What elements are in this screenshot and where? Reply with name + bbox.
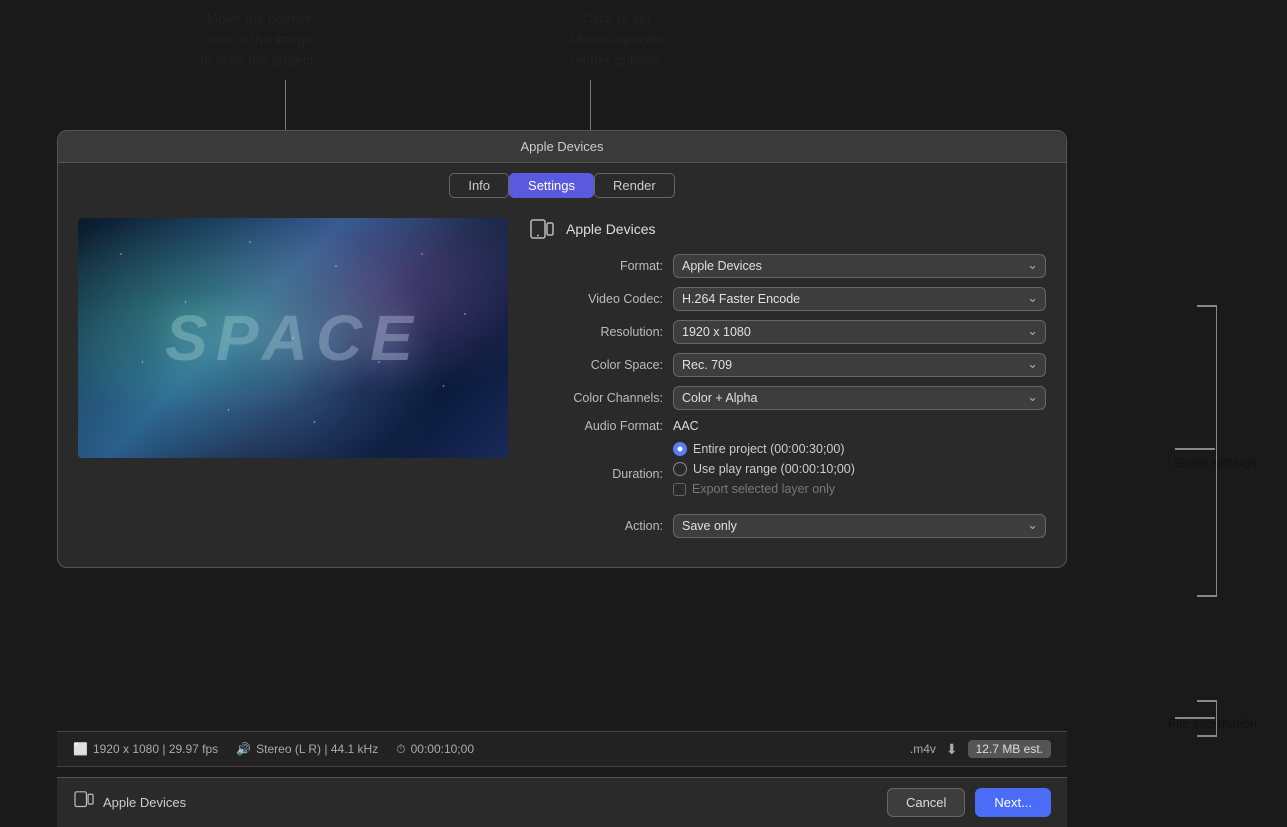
share-settings-bracket-bottom: [1197, 595, 1217, 597]
file-info-bracket-bottom: [1197, 735, 1217, 737]
audio-icon: 🔊: [236, 742, 251, 756]
resolution-label: Resolution:: [528, 325, 673, 339]
status-bar: ⬜ 1920 x 1080 | 29.97 fps 🔊 Stereo (L R)…: [57, 731, 1067, 767]
color-channels-select[interactable]: Color + Alpha: [673, 386, 1046, 410]
duration-range-radio[interactable]: [673, 462, 687, 476]
color-space-select-wrapper: Rec. 709: [673, 353, 1046, 377]
duration-value: 00:00:10;00: [411, 742, 474, 756]
panel-header: Apple Devices: [528, 218, 1046, 240]
status-right: .m4v ⬇ 12.7 MB est.: [910, 740, 1051, 758]
duration-entire-label: Entire project (00:00:30;00): [693, 442, 844, 456]
stars-overlay: [78, 218, 508, 458]
video-codec-select[interactable]: H.264 Faster Encode: [673, 287, 1046, 311]
color-channels-select-wrapper: Color + Alpha: [673, 386, 1046, 410]
main-dialog: Apple Devices Info Settings Render SPACE: [57, 130, 1067, 568]
dialog-titlebar: Apple Devices: [58, 131, 1066, 163]
resolution-value: 1920 x 1080 | 29.97 fps: [93, 742, 218, 756]
duration-row: Duration: Entire project (00:00:30;00) U…: [528, 442, 1046, 505]
device-icon: [528, 218, 556, 240]
resolution-select[interactable]: 1920 x 1080: [673, 320, 1046, 344]
color-channels-row: Color Channels: Color + Alpha: [528, 386, 1046, 410]
format-select[interactable]: Apple Devices: [673, 254, 1046, 278]
cancel-button[interactable]: Cancel: [887, 788, 965, 817]
resolution-select-wrapper: 1920 x 1080: [673, 320, 1046, 344]
color-space-select[interactable]: Rec. 709: [673, 353, 1046, 377]
color-space-row: Color Space: Rec. 709: [528, 353, 1046, 377]
tabs-row: Info Settings Render: [58, 163, 1066, 208]
share-settings-bracket-mid: [1175, 448, 1215, 450]
status-info: ⬜ 1920 x 1080 | 29.97 fps 🔊 Stereo (L R)…: [73, 742, 910, 757]
export-layer-checkbox[interactable]: [673, 483, 686, 496]
file-ext-value: .m4v: [910, 742, 936, 756]
bottom-device-info: Apple Devices: [73, 791, 877, 814]
panel-title: Apple Devices: [566, 221, 656, 237]
duration-range-row: Use play range (00:00:10;00): [673, 462, 855, 476]
bottom-device-icon: [73, 791, 95, 814]
color-space-label: Color Space:: [528, 358, 673, 372]
next-button[interactable]: Next...: [975, 788, 1051, 817]
export-icon: ⬇: [946, 741, 958, 758]
audio-format-value: AAC: [673, 419, 699, 433]
export-layer-row: Export selected layer only: [673, 482, 855, 496]
dialog-content: SPACE Apple Devices Format:: [58, 208, 1066, 567]
tab-info[interactable]: Info: [449, 173, 509, 198]
share-settings-bracket-v: [1216, 305, 1218, 595]
format-row: Format: Apple Devices: [528, 254, 1046, 278]
status-audio: 🔊 Stereo (L R) | 44.1 kHz: [236, 742, 378, 756]
callout-right: Click to set Motion-specific render opti…: [570, 8, 663, 71]
action-label: Action:: [528, 519, 673, 533]
action-select-wrapper: Save only: [673, 514, 1046, 538]
dialog-title: Apple Devices: [520, 139, 603, 154]
tab-settings[interactable]: Settings: [509, 173, 594, 198]
callout-left: Move the pointer over of the image to sk…: [200, 8, 318, 71]
preview-area: SPACE: [78, 218, 508, 547]
file-info-bracket-v: [1216, 700, 1218, 735]
audio-format-label: Audio Format:: [528, 419, 673, 433]
format-label: Format:: [528, 259, 673, 273]
preview-image[interactable]: SPACE: [78, 218, 508, 458]
file-info-bracket-mid: [1175, 717, 1215, 719]
video-codec-row: Video Codec: H.264 Faster Encode: [528, 287, 1046, 311]
file-info-bracket-top: [1197, 700, 1217, 702]
duration-label: Duration:: [528, 467, 673, 481]
action-row: Action: Save only: [528, 514, 1046, 538]
video-codec-label: Video Codec:: [528, 292, 673, 306]
duration-entire-radio[interactable]: [673, 442, 687, 456]
resolution-row: Resolution: 1920 x 1080: [528, 320, 1046, 344]
audio-value: Stereo (L R) | 44.1 kHz: [256, 742, 378, 756]
file-size-badge: 12.7 MB est.: [968, 740, 1051, 758]
video-codec-select-wrapper: H.264 Faster Encode: [673, 287, 1046, 311]
share-settings-bracket-top: [1197, 305, 1217, 307]
format-select-wrapper: Apple Devices: [673, 254, 1046, 278]
color-channels-label: Color Channels:: [528, 391, 673, 405]
bottom-device-label: Apple Devices: [103, 795, 186, 810]
status-resolution: ⬜ 1920 x 1080 | 29.97 fps: [73, 742, 218, 756]
action-select[interactable]: Save only: [673, 514, 1046, 538]
export-layer-label: Export selected layer only: [692, 482, 835, 496]
duration-icon: ⏱: [396, 742, 405, 757]
status-duration: ⏱ 00:00:10;00: [396, 742, 474, 757]
duration-range-label: Use play range (00:00:10;00): [693, 462, 855, 476]
tab-render[interactable]: Render: [594, 173, 675, 198]
resolution-icon: ⬜: [73, 742, 88, 756]
bottom-bar: Apple Devices Cancel Next...: [57, 777, 1067, 827]
duration-entire-row: Entire project (00:00:30;00): [673, 442, 855, 456]
settings-panel: Apple Devices Format: Apple Devices Vide…: [528, 218, 1046, 547]
audio-format-row: Audio Format: AAC: [528, 419, 1046, 433]
duration-group: Entire project (00:00:30;00) Use play ra…: [673, 442, 855, 505]
